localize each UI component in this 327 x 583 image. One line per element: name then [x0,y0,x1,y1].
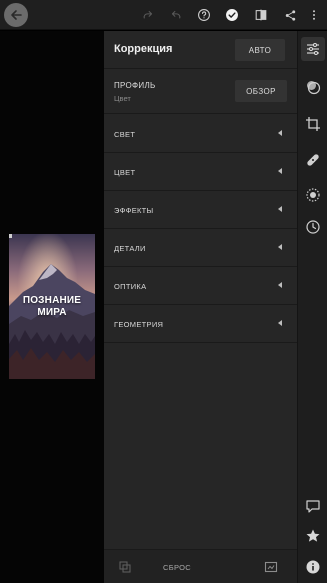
caret-left-icon [278,282,282,288]
before-after-icon[interactable] [264,560,278,574]
more-vertical-icon[interactable] [303,4,325,26]
caret-left-icon [278,130,282,136]
comment-icon[interactable] [304,497,322,515]
section-effects[interactable]: ЭФФЕКТЫ [104,191,297,229]
photo-caption-line: ПОЗНАНИЕ [22,295,82,306]
top-bar [0,0,327,30]
panel-footer: СБРОС [104,549,297,583]
caret-left-icon [278,168,282,174]
copy-settings-icon[interactable] [118,560,132,574]
undo-icon[interactable] [165,4,187,26]
photo-caption-line: МИРА [37,307,67,318]
crop-icon[interactable] [304,115,322,133]
adjust-sliders-icon[interactable] [301,37,325,61]
healing-bandage-icon[interactable] [304,151,322,169]
correction-panel: Коррекция АВТО ПРОФИЛЬ Цвет ОБЗОР СВЕТ Ц… [104,31,297,583]
redo-icon[interactable] [136,4,158,26]
caret-left-icon [278,206,282,212]
caret-left-icon [278,244,282,250]
presets-icon[interactable] [304,78,322,96]
selective-icon[interactable] [304,186,322,204]
help-icon[interactable] [193,4,215,26]
compare-icon[interactable] [250,4,272,26]
share-icon[interactable] [279,4,301,26]
auto-button[interactable]: АВТО [235,39,285,61]
info-icon[interactable] [304,558,322,576]
section-label: ДЕТАЛИ [114,244,146,253]
section-optics[interactable]: ОПТИКА [104,267,297,305]
section-label: ЭФФЕКТЫ [114,206,154,215]
section-label: ЦВЕТ [114,168,136,177]
section-color[interactable]: ЦВЕТ [104,153,297,191]
photo-thumbnail[interactable]: ПОЗНАНИЕ МИРА [9,234,95,379]
profile-row[interactable]: ПРОФИЛЬ Цвет ОБЗОР [104,70,297,114]
panel-title: Коррекция [114,43,173,55]
profile-value: Цвет [114,94,131,103]
profile-label: ПРОФИЛЬ [114,81,156,90]
section-light[interactable]: СВЕТ [104,115,297,153]
checkmark-icon[interactable] [221,4,243,26]
browse-button[interactable]: ОБЗОР [235,80,287,102]
section-geometry[interactable]: ГЕОМЕТРИЯ [104,305,297,343]
history-icon[interactable] [304,218,322,236]
tool-strip [297,31,327,583]
image-preview-area[interactable]: ПОЗНАНИЕ МИРА [0,31,104,583]
caret-left-icon [278,320,282,326]
section-label: ГЕОМЕТРИЯ [114,320,164,329]
section-detail[interactable]: ДЕТАЛИ [104,229,297,267]
panel-header: Коррекция АВТО [104,31,297,69]
section-label: ОПТИКА [114,282,147,291]
reset-button[interactable]: СБРОС [163,563,191,572]
star-icon[interactable] [304,527,322,545]
back-arrow-icon[interactable] [4,3,28,27]
photo-caption: ПОЗНАНИЕ МИРА [9,295,95,319]
section-label: СВЕТ [114,130,136,139]
